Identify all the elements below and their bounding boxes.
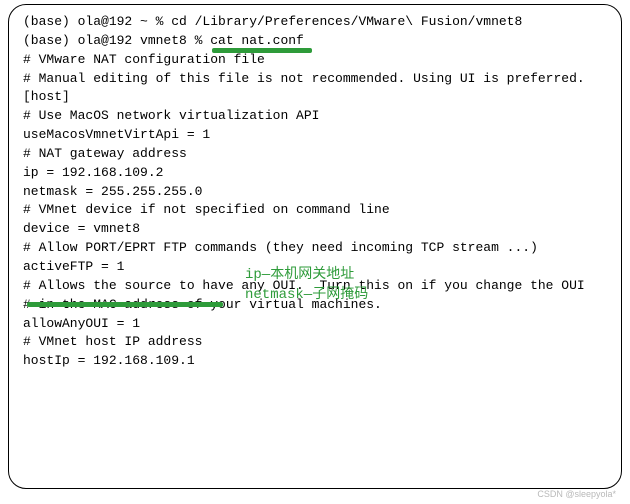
watermark: CSDN @sleepyola* — [537, 488, 616, 501]
terminal-line: ip = 192.168.109.2 — [23, 164, 611, 183]
highlight-underline — [27, 302, 223, 307]
terminal-line: allowAnyOUI = 1 — [23, 315, 611, 334]
terminal-line: # VMnet host IP address — [23, 333, 611, 352]
terminal-line: (base) ola@192 ~ % cd /Library/Preferenc… — [23, 13, 611, 32]
terminal-window: (base) ola@192 ~ % cd /Library/Preferenc… — [8, 4, 622, 489]
terminal-line: # Manual editing of this file is not rec… — [23, 70, 611, 89]
terminal-line: # VMware NAT configuration file — [23, 51, 611, 70]
terminal-line: (base) ola@192 vmnet8 % cat nat.conf — [23, 32, 611, 51]
terminal-line: useMacosVmnetVirtApi = 1 — [23, 126, 611, 145]
terminal-line: # NAT gateway address — [23, 145, 611, 164]
terminal-line: device = vmnet8 — [23, 220, 611, 239]
annotation-ip: ip—本机网关地址 — [245, 265, 354, 285]
terminal-line: [host] — [23, 88, 611, 107]
highlight-underline — [212, 48, 312, 53]
terminal-line: netmask = 255.255.255.0 — [23, 183, 611, 202]
terminal-line: hostIp = 192.168.109.1 — [23, 352, 611, 371]
terminal-line: # Allow PORT/EPRT FTP commands (they nee… — [23, 239, 611, 258]
terminal-line: # Use MacOS network virtualization API — [23, 107, 611, 126]
annotation-netmask: netmask—子网掩码 — [245, 285, 368, 305]
terminal-line: # VMnet device if not specified on comma… — [23, 201, 611, 220]
